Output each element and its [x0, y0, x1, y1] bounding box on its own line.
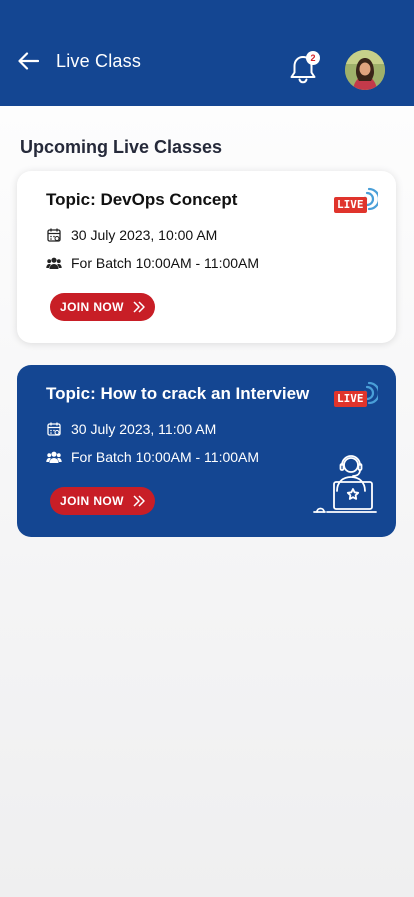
back-button[interactable]: [14, 49, 42, 73]
live-tag: LIVE: [334, 197, 367, 213]
section-title: Upcoming Live Classes: [20, 137, 223, 157]
group-icon: [46, 255, 62, 271]
class-batch: For Batch 10:00AM - 11:00AM: [71, 449, 260, 465]
back-arrow-icon: [18, 52, 39, 70]
class-datetime-row: 30 July 2023, 10:00 AM: [46, 227, 217, 243]
class-batch-row: For Batch 10:00AM - 11:00AM: [46, 449, 259, 465]
class-datetime: 30 July 2023, 11:00 AM: [71, 421, 217, 437]
join-now-button[interactable]: JOIN NOW: [50, 293, 155, 321]
page-title: Live Class: [56, 51, 142, 71]
join-now-button[interactable]: JOIN NOW: [50, 487, 155, 515]
class-datetime-row: 30 July 2023, 11:00 AM: [46, 421, 216, 437]
avatar-photo-icon: [345, 50, 385, 90]
live-tag: LIVE: [334, 391, 367, 407]
live-broadcast-icon: LIVE: [334, 380, 378, 410]
app-bar: Live Class 2: [0, 0, 414, 106]
live-class-card[interactable]: Topic: How to crack an Interview LIVE 30…: [17, 365, 396, 537]
join-now-label: JOIN NOW: [60, 300, 124, 314]
notifications-button[interactable]: 2: [288, 51, 320, 87]
class-datetime: 30 July 2023, 10:00 AM: [71, 227, 218, 243]
class-topic: Topic: How to crack an Interview: [46, 384, 310, 403]
support-agent-laptop-icon: [313, 455, 377, 513]
live-class-card[interactable]: Topic: DevOps Concept LIVE 30 July 2023,…: [17, 171, 396, 343]
notification-badge: 2: [306, 51, 320, 65]
class-batch-row: For Batch 10:00AM - 11:00AM: [46, 255, 259, 271]
class-topic: Topic: DevOps Concept: [46, 190, 238, 209]
class-batch: For Batch 10:00AM - 11:00AM: [71, 255, 260, 271]
live-broadcast-icon: LIVE: [334, 186, 378, 216]
group-icon: [46, 449, 62, 465]
avatar[interactable]: [345, 50, 385, 90]
calendar-icon: [46, 421, 62, 437]
double-chevron-right-icon: [133, 495, 145, 507]
double-chevron-right-icon: [133, 301, 145, 313]
join-now-label: JOIN NOW: [60, 494, 124, 508]
calendar-icon: [46, 227, 62, 243]
